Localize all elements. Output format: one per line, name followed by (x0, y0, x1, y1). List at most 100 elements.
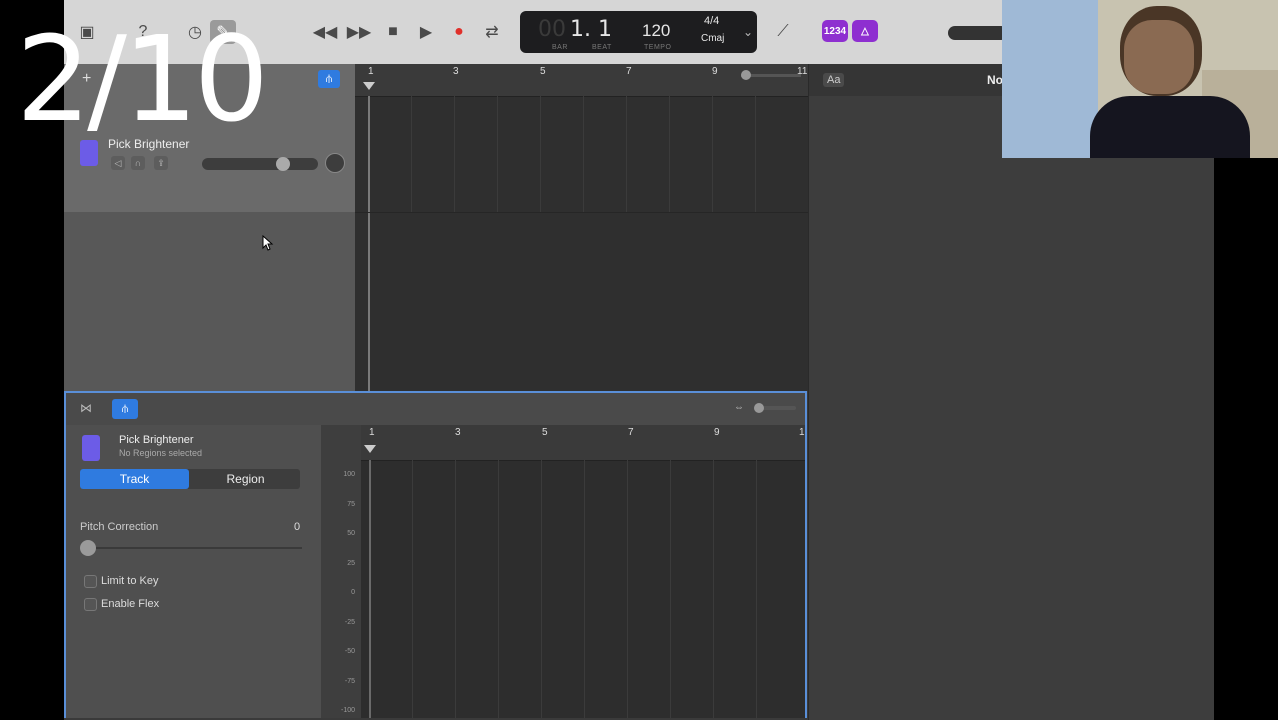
mouse-cursor-icon (262, 235, 274, 251)
editor-header: ⋈ ⫛ ⇔ (66, 393, 805, 425)
person-body (1090, 96, 1250, 158)
grid-line (540, 96, 541, 212)
timeline-ruler[interactable]: 1 3 5 7 9 11 (355, 64, 808, 97)
count-in-badge[interactable]: 1234 (822, 20, 848, 42)
editor-grid-line (713, 460, 714, 718)
horizontal-zoom-icon: ⇔ (734, 402, 744, 413)
editor-instrument-icon (82, 435, 100, 461)
metronome-icon[interactable]: △ (852, 20, 878, 42)
fast-forward-button[interactable]: ▶▶ (346, 20, 372, 44)
ruler-bar-label: 7 (626, 66, 632, 77)
zoom-slider-thumb[interactable] (741, 70, 751, 80)
editor-grid: 1 3 5 7 9 1 (361, 425, 805, 718)
master-volume-slider[interactable] (948, 26, 1008, 40)
track-editor: ⋈ ⫛ ⇔ Pick Brightener No Regions selecte… (64, 391, 807, 718)
lcd-display[interactable]: 00 1. 1 BAR BEAT 120 TEMPO 4/4 Cmaj ⌄ (520, 11, 757, 53)
grid-line (712, 96, 713, 212)
limit-to-key-label: Limit to Key (101, 575, 159, 587)
webcam-overlay (1002, 0, 1278, 158)
grid-line (411, 96, 412, 212)
editor-grid-line (584, 460, 585, 718)
note-pad-title: No (987, 73, 1003, 87)
playhead-line (368, 96, 370, 391)
playhead-handle[interactable] (363, 82, 375, 90)
axis-label: 0 (351, 589, 355, 596)
grid-line (583, 96, 584, 212)
lcd-beat: 1. 1 (570, 17, 612, 42)
curtain (1002, 0, 1098, 158)
grid-line (497, 96, 498, 212)
editor-ruler-label: 9 (714, 427, 720, 438)
editor-quantize-icon[interactable]: ⫛ (112, 399, 138, 419)
lcd-key: Cmaj (701, 33, 725, 44)
axis-label: 25 (347, 560, 355, 567)
enable-flex-label: Enable Flex (101, 598, 160, 610)
track-volume-thumb[interactable] (276, 157, 290, 171)
ruler-bar-label: 1 (368, 66, 374, 77)
smart-quantize-icon[interactable]: ⫛ (318, 70, 340, 88)
slide-counter: 2/10 (16, 10, 269, 148)
editor-grid-line (412, 460, 413, 718)
editor-playhead-handle[interactable] (364, 445, 376, 453)
lcd-dropdown-icon[interactable]: ⌄ (743, 25, 753, 39)
limit-to-key-checkbox[interactable] (84, 575, 97, 588)
grid-line (454, 96, 455, 212)
editor-inspector: Pick Brightener No Regions selected Trac… (66, 425, 321, 718)
axis-label: 50 (347, 530, 355, 537)
axis-label: 75 (347, 501, 355, 508)
axis-label: -100 (340, 707, 355, 714)
tab-track[interactable]: Track (80, 469, 189, 489)
person-face (1124, 20, 1194, 94)
pitch-correction-label: Pitch Correction (80, 521, 159, 533)
track-pan-knob[interactable] (325, 153, 345, 173)
grid-line (626, 96, 627, 212)
editor-grid-line (455, 460, 456, 718)
grid-line (755, 96, 756, 212)
editor-track-name: Pick Brightener (119, 434, 194, 446)
editor-zoom-slider[interactable] (754, 403, 796, 413)
mute-icon[interactable]: ◁ (111, 156, 125, 170)
axis-label: -75 (344, 678, 355, 685)
font-button[interactable]: Aa (823, 73, 845, 87)
tuner-icon[interactable]: ⟋ (770, 20, 796, 44)
zoom-slider[interactable] (741, 70, 801, 80)
pitch-correction-value: 0 (294, 521, 301, 533)
pitch-correction-thumb[interactable] (80, 540, 96, 556)
record-enable-icon[interactable]: ⇪ (154, 156, 168, 170)
axis-label: 100 (343, 471, 355, 478)
lcd-tempo-label: TEMPO (644, 44, 672, 51)
lcd-bar: 00 (538, 17, 566, 42)
right-panel: Aa No (808, 64, 1214, 720)
ruler-bar-label: 3 (453, 66, 459, 77)
editor-grid-line (627, 460, 628, 718)
lcd-time-signature: 4/4 (704, 15, 720, 27)
record-button[interactable]: ● (446, 20, 472, 44)
editor-ruler-label: 3 (455, 427, 461, 438)
stop-button[interactable]: ■ (380, 20, 406, 44)
cycle-button[interactable]: ⇄ (479, 20, 505, 44)
headphones-icon[interactable]: ∩ (131, 156, 145, 170)
tracks-timeline: 1 3 5 7 9 11 (355, 64, 808, 391)
editor-zoom-thumb[interactable] (754, 403, 764, 413)
editor-ruler-label: 1 (369, 427, 375, 438)
play-button[interactable]: ▶ (413, 20, 439, 44)
editor-subtitle: No Regions selected (119, 448, 203, 458)
editor-grid-line (756, 460, 757, 718)
catch-playhead-icon[interactable]: ⋈ (80, 401, 92, 415)
rewind-button[interactable]: ◀◀ (312, 20, 338, 44)
editor-playhead-line (369, 460, 371, 718)
pitch-axis: 100 75 50 25 0 -25 -50 -75 -100 (321, 425, 361, 718)
editor-grid-line (498, 460, 499, 718)
tab-region[interactable]: Region (191, 469, 300, 489)
editor-grid-line (541, 460, 542, 718)
enable-flex-checkbox[interactable] (84, 598, 97, 611)
pitch-correction-slider[interactable] (80, 540, 302, 556)
track-volume-slider[interactable] (202, 157, 318, 171)
axis-label: -50 (344, 648, 355, 655)
lcd-bar-label: BAR (552, 44, 568, 51)
grid-line (669, 96, 670, 212)
ruler-bar-label: 9 (712, 66, 718, 77)
editor-ruler-label: 1 (799, 427, 805, 438)
editor-ruler[interactable]: 1 3 5 7 9 1 (361, 425, 805, 461)
editor-ruler-label: 7 (628, 427, 634, 438)
